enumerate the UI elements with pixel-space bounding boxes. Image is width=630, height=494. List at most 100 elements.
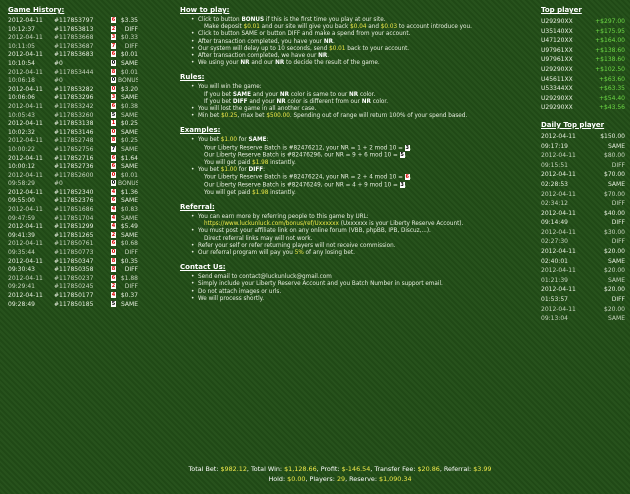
history-time: 10:00:12 — [8, 163, 35, 171]
daily-top-row: 2012-04-11 $20.00 02:40:01 SAME — [541, 247, 625, 266]
history-digit: 6 — [111, 154, 116, 161]
top-player-row: U47120XX +$164.00 — [541, 36, 625, 46]
history-amount: $3.35 — [120, 17, 138, 24]
daily-type: SAME — [608, 142, 625, 150]
top-player-row: U45611XX +$63.60 — [541, 75, 625, 85]
history-row: 2012-04-11 #117851299 4 $5.49 — [8, 223, 138, 232]
top-player-name: U97961XX — [541, 56, 573, 64]
history-digit: 5 — [111, 300, 116, 307]
history-time: 10:10:54 — [8, 59, 35, 67]
history-time: 09:30:43 — [8, 266, 35, 274]
history-amount: SAME — [121, 145, 138, 153]
daily-date: 2012-04-11 — [541, 267, 576, 275]
history-time: 09:41:39 — [8, 231, 35, 239]
history-amount: SAME — [121, 300, 138, 308]
history-row: 09:30:43 #117850358 8 DIFF — [8, 266, 138, 275]
history-row: 2012-04-11 #117850347 8 $0.35 — [8, 257, 138, 267]
daily-time: 09:17:19 — [541, 142, 568, 150]
history-row: 2012-04-11 #117853797 6 $3.35 — [8, 17, 138, 26]
daily-top-row: 2012-04-11 $80.00 09:15:51 DIFF — [541, 151, 625, 170]
daily-top-list: 2012-04-11 $150.00 09:17:19 SAME 2012-04-11 $… — [541, 132, 625, 324]
top-player-amount: +$54.40 — [598, 94, 625, 102]
history-amount: SAME — [121, 214, 138, 222]
history-tx: #117851686 — [54, 206, 94, 214]
history-tx: #117853683 — [54, 51, 94, 59]
daily-amount: $40.00 — [604, 209, 625, 217]
history-tx: #117853797 — [54, 17, 94, 24]
history-digit: 8 — [111, 137, 116, 144]
daily-type: SAME — [608, 315, 625, 323]
how-step: After transaction completed, you have yo… — [180, 39, 510, 46]
rule-item: If you bet DIFF and your NR color is dif… — [204, 98, 389, 105]
daily-top-row: 2012-04-11 $150.00 09:17:19 SAME — [541, 132, 625, 151]
referral-section: Referral: You can earn more by referring… — [180, 203, 510, 257]
history-amount: $5.49 — [120, 223, 138, 231]
history-time: 09:47:59 — [8, 214, 35, 222]
history-row: 2012-04-11 #117851686 4 $0.83 — [8, 206, 138, 215]
top-player-name: U29290XX — [541, 94, 573, 102]
history-tx: #117850358 — [54, 266, 94, 274]
history-tx: #117850773 — [54, 249, 94, 257]
history-amount: SAME — [121, 197, 138, 205]
daily-top-row: 2012-04-11 $20.00 01:21:39 SAME — [541, 266, 625, 285]
referral-item: You must post your affiliate link on any… — [180, 228, 510, 235]
example-line: You bet $1.00 for SAME: — [180, 137, 510, 144]
game-history-list: 2012-04-11 #117853797 6 $3.35 10:12:37 #11785… — [8, 17, 138, 309]
history-amount: $1.64 — [120, 154, 138, 162]
history-digit: 2 — [111, 283, 116, 290]
how-step: Click to button BONUS if this is the fir… — [180, 17, 510, 24]
daily-time: 09:14:49 — [541, 219, 568, 227]
history-amount: SAME — [121, 111, 138, 119]
daily-type: DIFF — [611, 161, 625, 169]
history-tx: #0 — [54, 59, 63, 67]
history-row: 10:00:22 #117852756 7 SAME — [8, 145, 138, 155]
example-line: Your Liberty Reserve Batch is #82476212,… — [204, 144, 412, 152]
history-row: 09:35:44 #117850773 0 DIFF — [8, 249, 138, 258]
referral-link[interactable]: https://www.luckunluck.com/bonus/ref/Uxx… — [204, 221, 339, 227]
history-tx: #117850245 — [54, 283, 94, 291]
history-time: 2012-04-11 — [8, 51, 43, 59]
example-line: Our Liberty Reserve Batch is #82476249, … — [204, 182, 407, 189]
daily-amount: $150.00 — [600, 132, 625, 140]
history-tx: #117853282 — [54, 85, 94, 93]
history-amount: SAME — [121, 59, 138, 67]
daily-time: 01:53:57 — [541, 296, 568, 304]
daily-amount: $20.00 — [604, 305, 625, 313]
history-row: 09:28:49 #117850185 5 SAME — [8, 300, 138, 310]
history-time: 09:28:49 — [8, 300, 35, 308]
history-digit: 7 — [111, 145, 116, 152]
nr-digit: 3 — [404, 144, 410, 151]
daily-top-row: 2012-04-11 $70.00 02:34:12 DIFF — [541, 190, 625, 209]
examples-section: Examples: You bet $1.00 for SAME: Your L… — [180, 126, 510, 197]
history-time: 2012-04-11 — [8, 102, 43, 110]
history-amount: $0.33 — [120, 34, 138, 42]
history-tx: #117850237 — [54, 274, 94, 282]
daily-date: 2012-04-11 — [541, 171, 576, 179]
history-row: 2012-04-11 #117850177 4 $0.37 — [8, 292, 138, 301]
history-tx: #117852376 — [54, 197, 94, 205]
history-amount: DIFF — [124, 42, 138, 50]
history-digit: 3 — [111, 34, 116, 41]
top-player-list: U29290XX +$297.00 U35140XX +$175.95 U47120XX… — [541, 17, 625, 113]
nr-digit: 6 — [404, 174, 410, 181]
game-history-panel: Game History: 2012-04-11 #117853797 6 $3.35… — [8, 6, 138, 309]
history-time: 10:02:32 — [8, 128, 35, 136]
history-row: 2012-04-11 #117852748 8 $0.25 — [8, 137, 138, 146]
info-panel: How to play: Click to button BONUS if th… — [180, 6, 510, 306]
history-digit: 6 — [111, 51, 116, 58]
history-tx: #117850347 — [54, 257, 94, 265]
history-row: 10:12:37 #117853813 2 DIFF — [8, 25, 138, 35]
daily-date: 2012-04-11 — [541, 248, 576, 256]
history-digit: 6 — [111, 197, 116, 204]
history-amount: SAME — [121, 94, 138, 102]
rules-title: Rules: — [180, 73, 205, 82]
history-tx: #117853146 — [54, 128, 94, 136]
top-player-amount: +$102.50 — [595, 65, 625, 73]
example-line: You will get paid $1.98 instantly. — [204, 189, 296, 196]
history-row: 2012-04-11 #117852340 4 $1.36 — [8, 188, 138, 198]
history-tx: #117853138 — [54, 120, 94, 128]
daily-time: 01:21:39 — [541, 276, 568, 284]
daily-amount: $20.00 — [604, 248, 625, 256]
totals-line-2: Hold: $0.00, Players: 29, Reserve: $1,09… — [268, 475, 412, 483]
daily-type: SAME — [608, 276, 625, 284]
